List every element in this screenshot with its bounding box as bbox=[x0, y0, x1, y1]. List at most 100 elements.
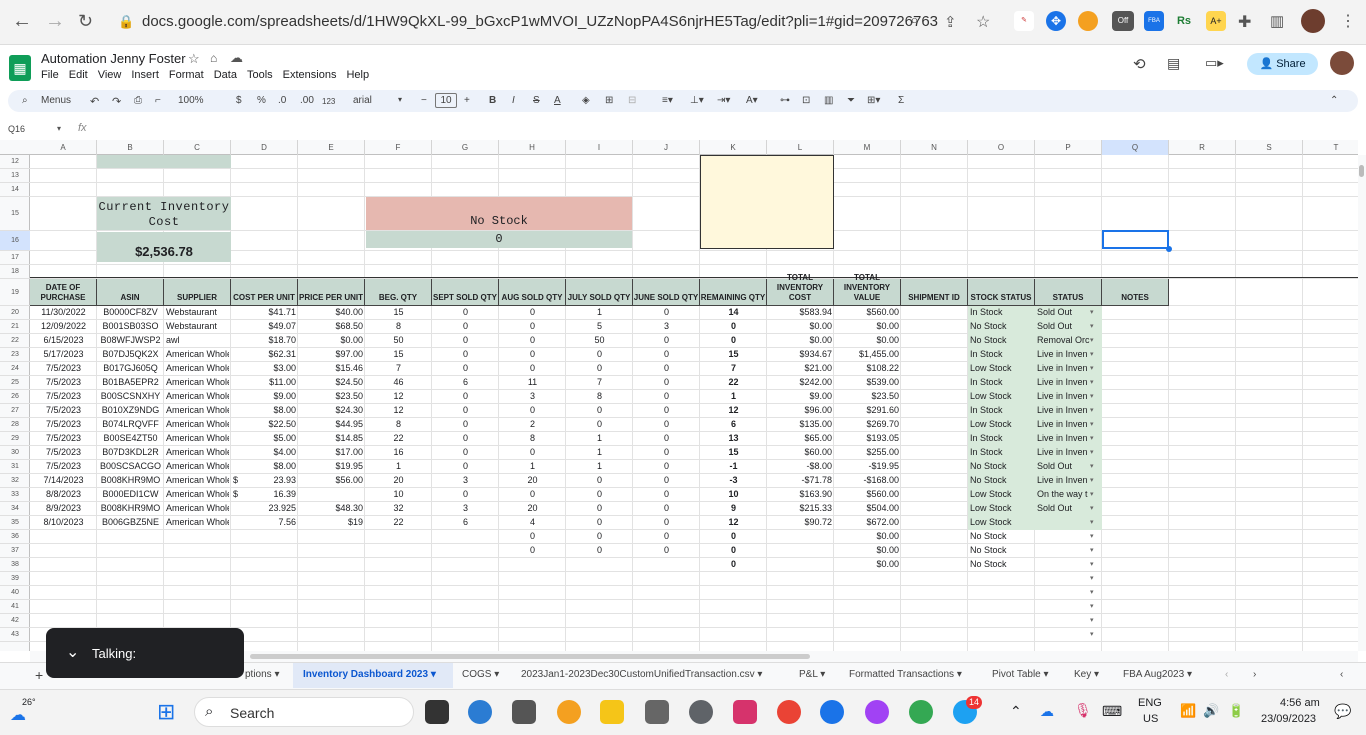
clock-time[interactable]: 4:56 am bbox=[1280, 697, 1320, 709]
column-header-k[interactable]: K bbox=[700, 140, 767, 155]
table-cell[interactable]: 20 bbox=[501, 502, 564, 516]
status-dropdown-icon[interactable]: ▾ bbox=[1090, 586, 1100, 600]
row-header-42[interactable]: 42 bbox=[0, 614, 30, 628]
table-cell[interactable]: 0 bbox=[568, 474, 631, 488]
no-stock-value[interactable]: 0 bbox=[366, 231, 632, 248]
table-cell[interactable]: 0 bbox=[434, 320, 497, 334]
table-cell[interactable]: $90.72 bbox=[769, 516, 832, 530]
table-cell[interactable] bbox=[367, 544, 430, 558]
table-cell[interactable]: $17.00 bbox=[300, 446, 363, 460]
table-cell[interactable]: No Stock bbox=[968, 558, 1035, 572]
table-cell[interactable]: Low Stock bbox=[968, 502, 1035, 516]
table-cell[interactable]: $255.00 bbox=[836, 446, 899, 460]
table-cell[interactable] bbox=[903, 460, 966, 474]
table-cell[interactable] bbox=[434, 558, 497, 572]
table-cell[interactable]: 0 bbox=[635, 446, 698, 460]
chart-icon[interactable]: ▥ bbox=[824, 95, 833, 106]
status-dropdown-icon[interactable]: ▾ bbox=[1090, 600, 1100, 614]
table-cell[interactable]: 0 bbox=[568, 544, 631, 558]
table-cell[interactable]: 6/15/2023 bbox=[32, 334, 95, 348]
table-cell[interactable]: $0.00 bbox=[836, 334, 899, 348]
reload-icon[interactable]: ↻ bbox=[78, 11, 93, 32]
table-cell[interactable]: Low Stock bbox=[968, 362, 1035, 376]
undo-icon[interactable]: ↶ bbox=[90, 95, 99, 108]
fill-color-icon[interactable]: ◈ bbox=[582, 95, 590, 106]
table-cell[interactable] bbox=[568, 558, 631, 572]
inventory-cost-label[interactable]: Current Inventory Cost bbox=[97, 197, 231, 230]
table-header[interactable]: TOTAL INVENTORY COST bbox=[767, 273, 834, 306]
table-cell[interactable]: $215.33 bbox=[769, 502, 832, 516]
text-color-button[interactable]: A bbox=[554, 95, 561, 106]
row-header-30[interactable]: 30 bbox=[0, 446, 30, 460]
status-dropdown-icon[interactable]: ▾ bbox=[1090, 390, 1100, 404]
column-header-n[interactable]: N bbox=[901, 140, 968, 155]
table-cell[interactable]: -$8.00 bbox=[769, 460, 832, 474]
table-cell[interactable]: B008KHR9MO bbox=[99, 502, 162, 516]
column-header-i[interactable]: I bbox=[566, 140, 633, 155]
notifications-icon[interactable]: 💬 bbox=[1334, 703, 1351, 720]
table-cell[interactable]: B074LRQVFF bbox=[99, 418, 162, 432]
table-cell[interactable]: 22 bbox=[702, 376, 765, 390]
rotate-icon[interactable]: A▾ bbox=[746, 95, 758, 106]
column-header-b[interactable]: B bbox=[97, 140, 164, 155]
table-cell[interactable]: No Stock bbox=[968, 544, 1035, 558]
table-cell[interactable]: 3 bbox=[635, 320, 698, 334]
row-header-19[interactable]: 19 bbox=[0, 279, 30, 306]
table-header[interactable]: SUPPLIER bbox=[164, 279, 231, 306]
status-dropdown-icon[interactable]: ▾ bbox=[1090, 334, 1100, 348]
number-format-button[interactable]: 123 bbox=[322, 97, 335, 106]
table-cell[interactable]: 16 bbox=[367, 446, 430, 460]
table-cell[interactable]: 0 bbox=[635, 306, 698, 320]
table-cell[interactable] bbox=[903, 404, 966, 418]
row-header-23[interactable]: 23 bbox=[0, 348, 30, 362]
menu-data[interactable]: Data bbox=[214, 69, 237, 81]
tab-options[interactable]: ptions ▾ bbox=[245, 669, 280, 680]
table-cell[interactable]: 15 bbox=[702, 348, 765, 362]
row-header-32[interactable]: 32 bbox=[0, 474, 30, 488]
table-cell[interactable]: 0 bbox=[501, 446, 564, 460]
tab-key[interactable]: Key ▾ bbox=[1074, 669, 1099, 680]
share-button[interactable]: 👤 Share bbox=[1247, 53, 1318, 75]
table-cell[interactable]: 0 bbox=[501, 362, 564, 376]
table-cell[interactable]: $56.00 bbox=[300, 474, 363, 488]
table-cell[interactable]: $0.00 bbox=[836, 530, 899, 544]
table-cell[interactable]: 0 bbox=[501, 306, 564, 320]
table-cell[interactable] bbox=[166, 530, 229, 544]
table-cell[interactable]: 0 bbox=[434, 460, 497, 474]
table-cell[interactable]: In Stock bbox=[968, 376, 1035, 390]
row-header-14[interactable]: 14 bbox=[0, 183, 30, 197]
table-cell[interactable] bbox=[233, 544, 296, 558]
table-cell[interactable]: 4 bbox=[501, 516, 564, 530]
table-cell[interactable]: 7/5/2023 bbox=[32, 404, 95, 418]
column-header-t[interactable]: T bbox=[1303, 140, 1366, 155]
table-cell[interactable] bbox=[635, 558, 698, 572]
table-cell[interactable]: 6 bbox=[702, 418, 765, 432]
table-cell[interactable]: 5 bbox=[568, 320, 631, 334]
clock-date[interactable]: 23/09/2023 bbox=[1261, 713, 1316, 725]
table-header[interactable]: TOTAL INVENTORY VALUE bbox=[834, 273, 901, 306]
edge-icon[interactable] bbox=[468, 700, 492, 724]
row-header-26[interactable]: 26 bbox=[0, 390, 30, 404]
font-size-plus[interactable]: + bbox=[464, 95, 470, 106]
menu-format[interactable]: Format bbox=[169, 69, 204, 81]
table-cell[interactable]: 7/5/2023 bbox=[32, 460, 95, 474]
table-cell[interactable]: 1 bbox=[367, 460, 430, 474]
table-cell[interactable]: 0 bbox=[501, 544, 564, 558]
table-cell[interactable]: 7/5/2023 bbox=[32, 418, 95, 432]
table-cell[interactable]: 12/09/2022 bbox=[32, 320, 95, 334]
move-icon[interactable]: ⌂ bbox=[210, 51, 217, 65]
meet-icon[interactable]: ▭▸ bbox=[1205, 55, 1224, 71]
zoom-app-icon[interactable] bbox=[820, 700, 844, 724]
table-cell[interactable]: 20 bbox=[501, 474, 564, 488]
table-cell[interactable]: In Stock bbox=[968, 306, 1035, 320]
camera-icon[interactable] bbox=[645, 700, 669, 724]
menu-file[interactable]: File bbox=[41, 69, 59, 81]
table-cell[interactable] bbox=[501, 558, 564, 572]
table-cell[interactable] bbox=[903, 362, 966, 376]
inventory-cost-value[interactable]: $2,536.78 bbox=[97, 232, 231, 262]
column-header-g[interactable]: G bbox=[432, 140, 499, 155]
table-cell[interactable]: 0 bbox=[434, 446, 497, 460]
table-cell[interactable]: 50 bbox=[367, 334, 430, 348]
table-cell[interactable]: American Whole bbox=[166, 348, 229, 362]
valign-icon[interactable]: ⊥▾ bbox=[690, 95, 704, 106]
